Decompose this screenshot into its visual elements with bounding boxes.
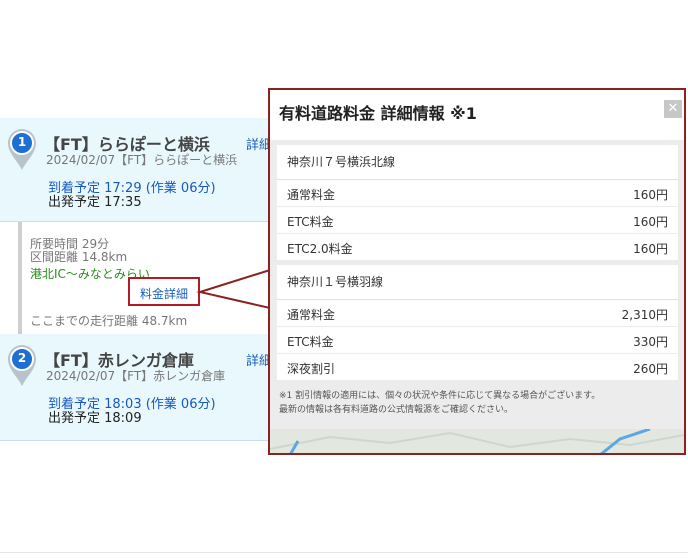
- modal-header: 有料道路料金 詳細情報 ※1 ✕: [270, 90, 684, 140]
- route-line: [18, 222, 22, 334]
- map-pin-icon: [8, 129, 36, 170]
- fee-value: 260円: [633, 362, 668, 376]
- fee-value: 160円: [633, 215, 668, 229]
- fee-row: ETC2.0料金 160円: [277, 234, 678, 260]
- arrival-time: 到着予定 17:29 (作業 06分): [48, 181, 216, 196]
- fee-value: 160円: [633, 188, 668, 202]
- fee-label: ETC料金: [287, 215, 334, 229]
- departure-time: 出発予定 17:35: [48, 195, 142, 210]
- fee-row: 通常料金 2,310円: [277, 300, 678, 327]
- fee-row: 通常料金 160円: [277, 180, 678, 207]
- toll-section: 神奈川７号横浜北線 通常料金 160円 ETC料金 160円 ETC2.0料金 …: [277, 145, 678, 260]
- toll-road-name: 神奈川１号横羽線: [277, 265, 678, 300]
- modal-footnote: ※1 割引情報の適用には、個々の状況や条件に応じて異なる場合がございます。 最新…: [277, 389, 680, 425]
- fee-row: 深夜割引 260円: [277, 354, 678, 380]
- route-list: 1 【FT】ららぽーと横浜 2024/02/07【FT】ららぽーと横浜 詳細 到…: [0, 0, 300, 558]
- stop-number: 1: [17, 135, 27, 149]
- toll-section: 神奈川１号横羽線 通常料金 2,310円 ETC料金 330円 深夜割引 260…: [277, 265, 678, 380]
- segment-distance: 区間距離 14.8km: [30, 250, 128, 264]
- stop-card-1[interactable]: 1 【FT】ららぽーと横浜 2024/02/07【FT】ららぽーと横浜 詳細 到…: [0, 118, 300, 222]
- map-pin-icon: [8, 345, 36, 386]
- modal-title: 有料道路料金 詳細情報 ※1: [279, 104, 477, 123]
- fee-row: ETC料金 330円: [277, 327, 678, 354]
- fee-label: ETC料金: [287, 335, 334, 349]
- bottom-rule: [0, 552, 688, 553]
- fee-value: 160円: [633, 242, 668, 256]
- fee-label: ETC2.0料金: [287, 242, 353, 256]
- arrival-time: 到着予定 18:03 (作業 06分): [48, 397, 216, 412]
- fee-value: 2,310円: [621, 308, 668, 322]
- map-background: [270, 429, 684, 453]
- cumulative-distance: ここまでの走行距離 48.7km: [30, 314, 188, 328]
- toll-detail-highlight[interactable]: 料金詳細: [128, 277, 200, 306]
- fee-label: 通常料金: [287, 188, 336, 202]
- footnote-line: ※1 割引情報の適用には、個々の状況や条件に応じて異なる場合がございます。: [279, 391, 601, 401]
- departure-time: 出発予定 18:09: [48, 411, 142, 426]
- toll-detail-link[interactable]: 料金詳細: [140, 285, 188, 302]
- toll-road-name: 神奈川７号横浜北線: [277, 145, 678, 180]
- close-icon[interactable]: ✕: [664, 100, 682, 118]
- toll-detail-modal: 有料道路料金 詳細情報 ※1 ✕ 神奈川７号横浜北線 通常料金 160円 ETC…: [268, 88, 686, 455]
- fee-label: 通常料金: [287, 308, 336, 322]
- stop-subtitle: 2024/02/07【FT】ららぽーと横浜: [46, 153, 238, 167]
- fee-label: 深夜割引: [287, 362, 336, 376]
- fee-value: 330円: [633, 335, 668, 349]
- stop-subtitle: 2024/02/07【FT】赤レンガ倉庫: [46, 369, 226, 383]
- fee-row: ETC料金 160円: [277, 207, 678, 234]
- footnote-line: 最新の情報は各有料道路の公式情報源をご確認ください。: [279, 405, 514, 415]
- stop-number: 2: [17, 351, 27, 365]
- stop-card-2[interactable]: 2 【FT】赤レンガ倉庫 2024/02/07【FT】赤レンガ倉庫 詳細 到着予…: [0, 334, 300, 441]
